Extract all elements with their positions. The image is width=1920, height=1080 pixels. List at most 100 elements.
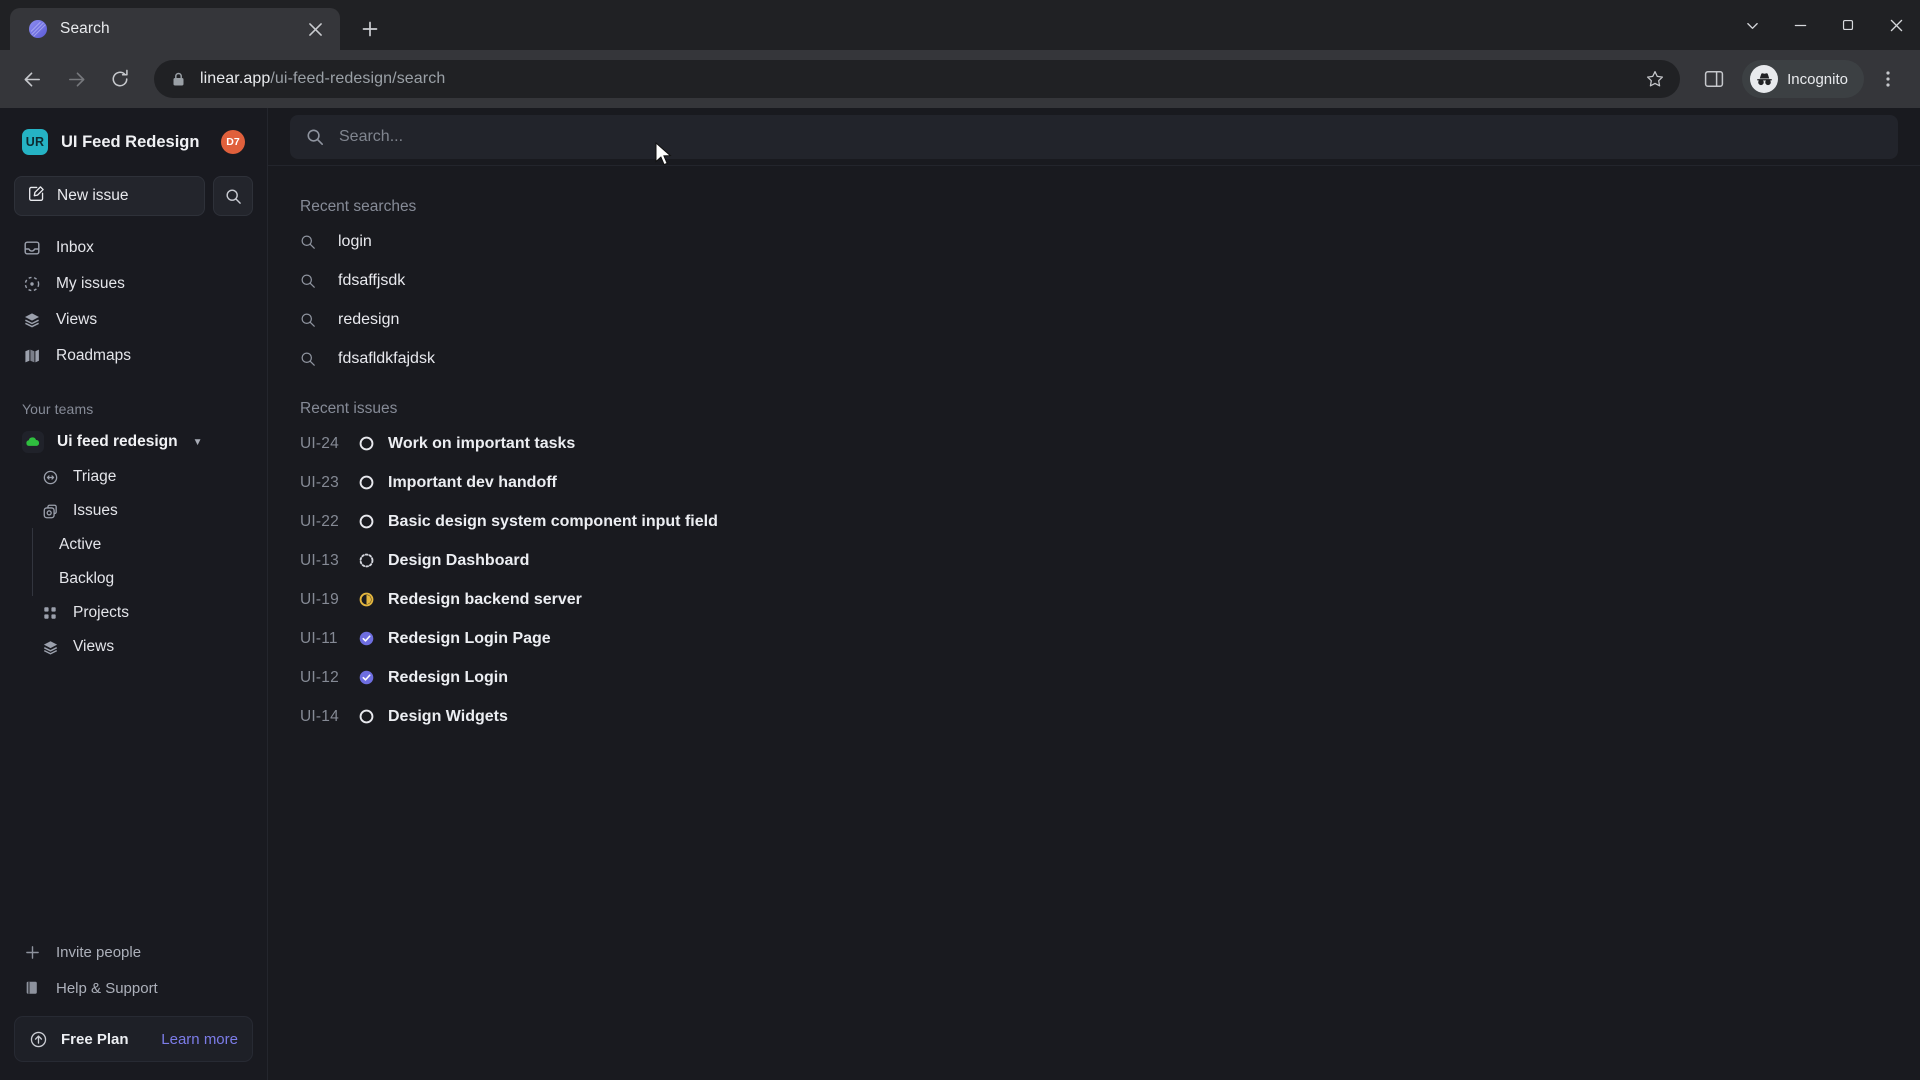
issue-row[interactable]: UI-23 Important dev handoff [290, 463, 1898, 502]
issue-title: Basic design system component input fiel… [388, 512, 718, 530]
recent-issues-heading: Recent issues [300, 400, 398, 417]
issue-key: UI-11 [300, 629, 338, 647]
invite-people-button[interactable]: Invite people [14, 934, 253, 970]
issues-icon [40, 503, 60, 520]
sidebar-item-label: Views [73, 638, 115, 655]
sidebar-item-views[interactable]: Views [14, 302, 253, 337]
sidebar-item-label: Views [56, 310, 98, 328]
sidebar-item-roadmaps[interactable]: Roadmaps [14, 338, 253, 373]
cloud-icon [22, 431, 44, 453]
grid-icon [40, 605, 60, 621]
team-name: Ui feed redesign [57, 433, 178, 450]
main-content: Recent searches login fdsaffjsdk redesig… [268, 108, 1920, 1080]
new-issue-button[interactable]: New issue [14, 176, 205, 216]
layers-icon [22, 311, 42, 329]
issue-row[interactable]: UI-24 Work on important tasks [290, 424, 1898, 463]
arrow-right-icon [68, 71, 84, 87]
kebab-menu-icon[interactable] [1868, 59, 1908, 99]
issue-row[interactable]: UI-19 Redesign backend server [290, 580, 1898, 619]
recent-search-item[interactable]: redesign [290, 300, 1898, 339]
workspace-name: UI Feed Redesign [61, 132, 200, 151]
new-tab-button[interactable] [352, 11, 388, 47]
arrow-left-icon [24, 71, 40, 87]
reload-icon [112, 69, 128, 87]
workspace-avatar: UR [22, 129, 48, 155]
minimize-button[interactable] [1776, 0, 1824, 50]
side-panel-icon[interactable] [1694, 59, 1734, 99]
book-icon [22, 980, 42, 996]
search-input[interactable] [339, 127, 1882, 146]
issue-key: UI-14 [300, 707, 339, 725]
plan-name: Free Plan [61, 1030, 129, 1048]
back-button[interactable] [12, 59, 52, 99]
primary-nav: Inbox My issues Views Roadmaps [14, 230, 253, 373]
issue-title: Redesign Login [388, 668, 508, 686]
linear-logo-icon [29, 20, 47, 38]
recent-search-item[interactable]: fdsaffjsdk [290, 261, 1898, 300]
sidebar-item-triage[interactable]: Triage [14, 460, 253, 494]
search-header [268, 108, 1920, 166]
search-icon [306, 128, 324, 146]
sidebar-team-ui-feed-redesign[interactable]: Ui feed redesign ▼ [14, 424, 253, 460]
minimize-to-tray-button[interactable] [1728, 0, 1776, 50]
recent-search-item[interactable]: login [290, 222, 1898, 261]
sidebar-item-my-issues[interactable]: My issues [14, 266, 253, 301]
browser-toolbar: linear.app/ui-feed-redesign/search Incog… [0, 50, 1920, 108]
sidebar-item-active[interactable]: Active [51, 528, 253, 562]
circle-dashed-icon [358, 552, 388, 569]
chevron-down-icon: ▼ [192, 436, 203, 448]
bookmark-star-icon[interactable] [1644, 70, 1666, 88]
issue-row[interactable]: UI-12 Redesign Login [290, 658, 1898, 697]
issue-title: Work on important tasks [388, 434, 576, 452]
sidebar-item-label: Inbox [56, 238, 94, 256]
sidebar-item-team-views[interactable]: Views [14, 630, 253, 664]
sidebar-item-projects[interactable]: Projects [14, 596, 253, 630]
workspace-switcher[interactable]: UR UI Feed Redesign D7 [14, 114, 253, 170]
recent-searches-heading: Recent searches [300, 198, 417, 215]
incognito-hat-icon [1750, 65, 1779, 93]
reload-button[interactable] [100, 59, 140, 99]
search-icon [300, 234, 317, 250]
search-field-wrapper[interactable] [290, 114, 1898, 159]
issue-title: Important dev handoff [388, 473, 557, 491]
learn-more-link[interactable]: Learn more [161, 1031, 238, 1048]
close-window-button[interactable] [1872, 0, 1920, 50]
recent-search-item[interactable]: fdsafldkfajdsk [290, 339, 1898, 378]
sidebar-item-label: My issues [56, 274, 125, 292]
lock-icon [172, 72, 188, 87]
tab-title: Search [60, 20, 110, 37]
issue-row[interactable]: UI-13 Design Dashboard [290, 541, 1898, 580]
issue-row[interactable]: UI-22 Basic design system component inpu… [290, 502, 1898, 541]
issue-row[interactable]: UI-11 Redesign Login Page [290, 619, 1898, 658]
help-support-button[interactable]: Help & Support [14, 970, 253, 1006]
forward-button[interactable] [56, 59, 96, 99]
search-icon [300, 312, 317, 328]
issue-row[interactable]: UI-14 Design Widgets [290, 697, 1898, 736]
issue-key: UI-13 [300, 551, 339, 569]
sidebar-item-label: Issues [73, 502, 118, 519]
browser-tab[interactable]: Search [10, 8, 340, 50]
search-icon [300, 351, 317, 367]
plan-card[interactable]: Free Plan Learn more [14, 1016, 253, 1062]
sidebar-item-issues[interactable]: Issues [14, 494, 253, 528]
plus-icon [362, 21, 378, 37]
sidebar-item-backlog[interactable]: Backlog [51, 562, 253, 596]
square-icon [1842, 19, 1854, 31]
sidebar-item-label: Triage [73, 468, 117, 485]
sidebar-search-button[interactable] [213, 176, 253, 216]
issue-title: Redesign Login Page [388, 629, 551, 647]
recent-search-label: redesign [338, 310, 400, 328]
close-icon[interactable] [302, 16, 328, 42]
browser-window: Search linear.app/ui-feed-redesign/searc… [0, 0, 1920, 1080]
address-bar[interactable]: linear.app/ui-feed-redesign/search [154, 60, 1681, 98]
issues-children: Active Backlog [14, 528, 253, 596]
profile-label: Incognito [1787, 70, 1848, 88]
maximize-button[interactable] [1824, 0, 1872, 50]
sidebar-item-inbox[interactable]: Inbox [14, 230, 253, 265]
url-domain: linear.app [200, 70, 271, 87]
profile-chip[interactable]: Incognito [1742, 60, 1864, 98]
circle-outline-icon [358, 513, 388, 530]
new-issue-label: New issue [57, 187, 129, 204]
page-content: UR UI Feed Redesign D7 New issue Inbox M… [0, 108, 1920, 1080]
